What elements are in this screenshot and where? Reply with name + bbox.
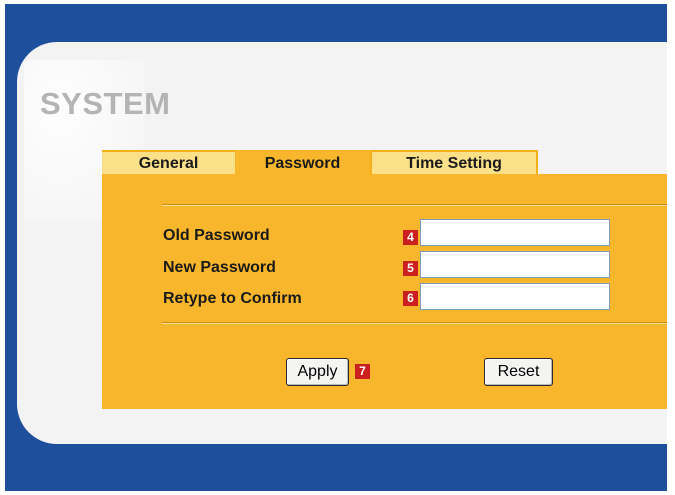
reset-button[interactable]: Reset — [484, 358, 553, 386]
apply-button[interactable]: Apply — [286, 358, 349, 386]
divider-top — [162, 204, 667, 206]
old-password-input[interactable] — [420, 219, 610, 246]
new-password-label: New Password — [163, 259, 276, 276]
tab-general-label: General — [138, 155, 199, 172]
password-form-panel: Old Password 4 New Password 5 Retype to … — [102, 174, 667, 409]
new-password-input[interactable] — [420, 251, 610, 278]
callout-badge-5: 5 — [403, 261, 418, 276]
tab-time-setting[interactable]: Time Setting — [370, 150, 538, 175]
page-title: SYSTEM — [40, 86, 171, 121]
old-password-label: Old Password — [163, 227, 270, 244]
callout-badge-4: 4 — [403, 230, 418, 245]
retype-confirm-label: Retype to Confirm — [163, 290, 302, 307]
divider-bottom — [162, 322, 667, 324]
tab-time-setting-label: Time Setting — [406, 155, 502, 172]
tab-password-label: Password — [264, 155, 341, 172]
callout-badge-6: 6 — [403, 291, 418, 306]
retype-confirm-input[interactable] — [420, 283, 610, 310]
tab-general[interactable]: General — [102, 150, 235, 175]
callout-badge-7: 7 — [355, 364, 370, 379]
tab-password[interactable]: Password — [235, 150, 370, 175]
